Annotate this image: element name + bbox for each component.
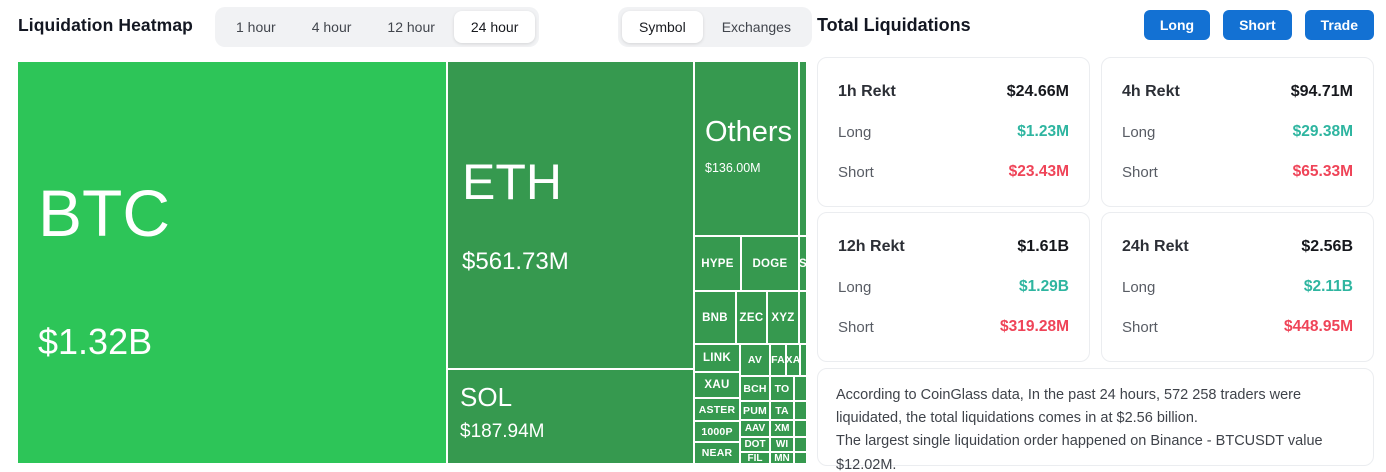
rekt-card-24h: 24h Rekt $2.56B Long $2.11B Short $448.9… — [1101, 212, 1374, 362]
short-label: Short — [838, 163, 874, 181]
treemap-cell-xau[interactable]: XAU — [695, 373, 739, 397]
panel-buttons: Long Short Trade — [1143, 10, 1374, 40]
btc-label: BTC — [38, 176, 170, 250]
card-title: 1h Rekt — [838, 83, 896, 100]
treemap-cell-sliver[interactable] — [800, 292, 806, 343]
card-title: 24h Rekt — [1122, 238, 1189, 255]
time-filter-1-hour[interactable]: 1 hour — [219, 11, 293, 43]
treemap-cell-doge[interactable]: DOGE — [742, 237, 798, 290]
rekt-card-12h: 12h Rekt $1.61B Long $1.29B Short $319.2… — [817, 212, 1090, 362]
treemap-cell-sliver[interactable] — [795, 402, 806, 419]
long-label: Long — [838, 123, 872, 141]
card-total: $2.56B — [1301, 238, 1353, 255]
treemap-cell-dot[interactable]: DOT — [741, 438, 769, 451]
others-label: Others — [705, 116, 793, 148]
treemap-cell-fa[interactable]: FA — [771, 345, 785, 375]
long-label: Long — [1122, 123, 1156, 141]
treemap-cell-ta[interactable]: TA — [771, 402, 793, 419]
eth-label: ETH — [462, 154, 562, 210]
eth-value: $561.73M — [462, 248, 569, 275]
treemap-cell-eth[interactable]: ETH $561.73M — [448, 62, 693, 368]
long-label: Long — [838, 278, 872, 296]
view-filter-group: Symbol Exchanges — [618, 7, 812, 47]
treemap-cell-btc[interactable]: BTC $1.32B — [18, 62, 446, 463]
liquidation-heatmap-page: Liquidation Heatmap 1 hour 4 hour 12 hou… — [0, 0, 1386, 472]
short-value: $23.43M — [1008, 163, 1069, 180]
note-line-2: The largest single liquidation order hap… — [836, 433, 1323, 472]
treemap-cell-sliver[interactable]: S — [800, 237, 806, 290]
liquidation-treemap: BTC $1.32B ETH $561.73M SOL $187.94M Oth… — [18, 62, 806, 463]
coinglass-summary-note: According to CoinGlass data, In the past… — [817, 368, 1374, 472]
treemap-cell-sliver[interactable] — [795, 453, 806, 463]
treemap-cell-sliver[interactable] — [801, 345, 806, 375]
view-filter-symbol[interactable]: Symbol — [622, 11, 703, 43]
treemap-cell-sliver[interactable] — [800, 62, 806, 235]
treemap-cell-aster[interactable]: ASTER — [695, 399, 739, 420]
sol-value: $187.94M — [460, 421, 545, 442]
time-filter-group: 1 hour 4 hour 12 hour 24 hour — [215, 7, 540, 47]
treemap-cell-wi[interactable]: WI — [771, 438, 793, 451]
view-filter-exchanges[interactable]: Exchanges — [705, 11, 808, 43]
long-value: $29.38M — [1292, 123, 1353, 140]
treemap-cell-bch[interactable]: BCH — [741, 377, 769, 400]
long-value: $1.29B — [1019, 278, 1069, 295]
short-value: $65.33M — [1292, 163, 1353, 180]
treemap-cell-xyz[interactable]: XYZ — [768, 292, 798, 343]
card-total: $24.66M — [1006, 83, 1069, 100]
note-line-1: According to CoinGlass data, In the past… — [836, 387, 1302, 427]
short-value: $448.95M — [1284, 318, 1353, 335]
card-total: $1.61B — [1017, 238, 1069, 255]
rekt-card-1h: 1h Rekt $24.66M Long $1.23M Short $23.43… — [817, 57, 1090, 207]
treemap-cell-xa[interactable]: XA — [787, 345, 799, 375]
total-liquidations-panel: Total Liquidations Long Short Trade 1h R… — [817, 0, 1374, 472]
short-label: Short — [1122, 163, 1158, 181]
short-label: Short — [1122, 318, 1158, 336]
treemap-cell-pum[interactable]: PUM — [741, 402, 769, 419]
treemap-cell-sol[interactable]: SOL $187.94M — [448, 370, 693, 463]
time-filter-24-hour[interactable]: 24 hour — [453, 11, 536, 43]
treemap-cell-sliver[interactable] — [795, 421, 806, 436]
rekt-card-4h: 4h Rekt $94.71M Long $29.38M Short $65.3… — [1101, 57, 1374, 207]
long-label: Long — [1122, 278, 1156, 296]
treemap-cell-sliver[interactable] — [795, 377, 806, 400]
treemap-cell-bnb[interactable]: BNB — [695, 292, 735, 343]
long-value: $2.11B — [1303, 278, 1353, 295]
sol-label: SOL — [460, 382, 513, 412]
long-value: $1.23M — [1017, 123, 1069, 140]
treemap-cell-fil[interactable]: FIL — [741, 453, 769, 463]
time-filter-12-hour[interactable]: 12 hour — [370, 11, 451, 43]
panel-title: Total Liquidations — [817, 14, 971, 35]
short-label: Short — [838, 318, 874, 336]
time-filter-4-hour[interactable]: 4 hour — [295, 11, 369, 43]
treemap-cell-mn[interactable]: MN — [771, 453, 793, 463]
page-title: Liquidation Heatmap — [18, 15, 193, 35]
treemap-cell-xm[interactable]: XM — [771, 421, 793, 436]
treemap-cell-hype[interactable]: HYPE — [695, 237, 740, 290]
treemap-cell-sliver[interactable] — [795, 438, 806, 451]
treemap-cell-to[interactable]: TO — [771, 377, 793, 400]
others-value: $136.00M — [705, 161, 761, 175]
card-title: 4h Rekt — [1122, 83, 1180, 100]
treemap-cell-near[interactable]: NEAR — [695, 443, 739, 463]
panel-header: Total Liquidations Long Short Trade — [817, 10, 1374, 40]
card-total: $94.71M — [1290, 83, 1353, 100]
treemap-cell-others[interactable]: Others $136.00M — [695, 62, 798, 235]
treemap-cell-aav[interactable]: AAV — [741, 421, 769, 436]
trade-button[interactable]: Trade — [1304, 10, 1374, 40]
treemap-cell-1000p[interactable]: 1000P — [695, 422, 739, 441]
treemap-cell-zec[interactable]: ZEC — [737, 292, 766, 343]
card-title: 12h Rekt — [838, 238, 905, 255]
treemap-cell-av[interactable]: AV — [741, 345, 769, 375]
short-button[interactable]: Short — [1223, 10, 1292, 40]
long-button[interactable]: Long — [1143, 10, 1211, 40]
btc-value: $1.32B — [38, 321, 153, 362]
treemap-cell-link[interactable]: LINK — [695, 345, 739, 371]
short-value: $319.28M — [1000, 318, 1069, 335]
